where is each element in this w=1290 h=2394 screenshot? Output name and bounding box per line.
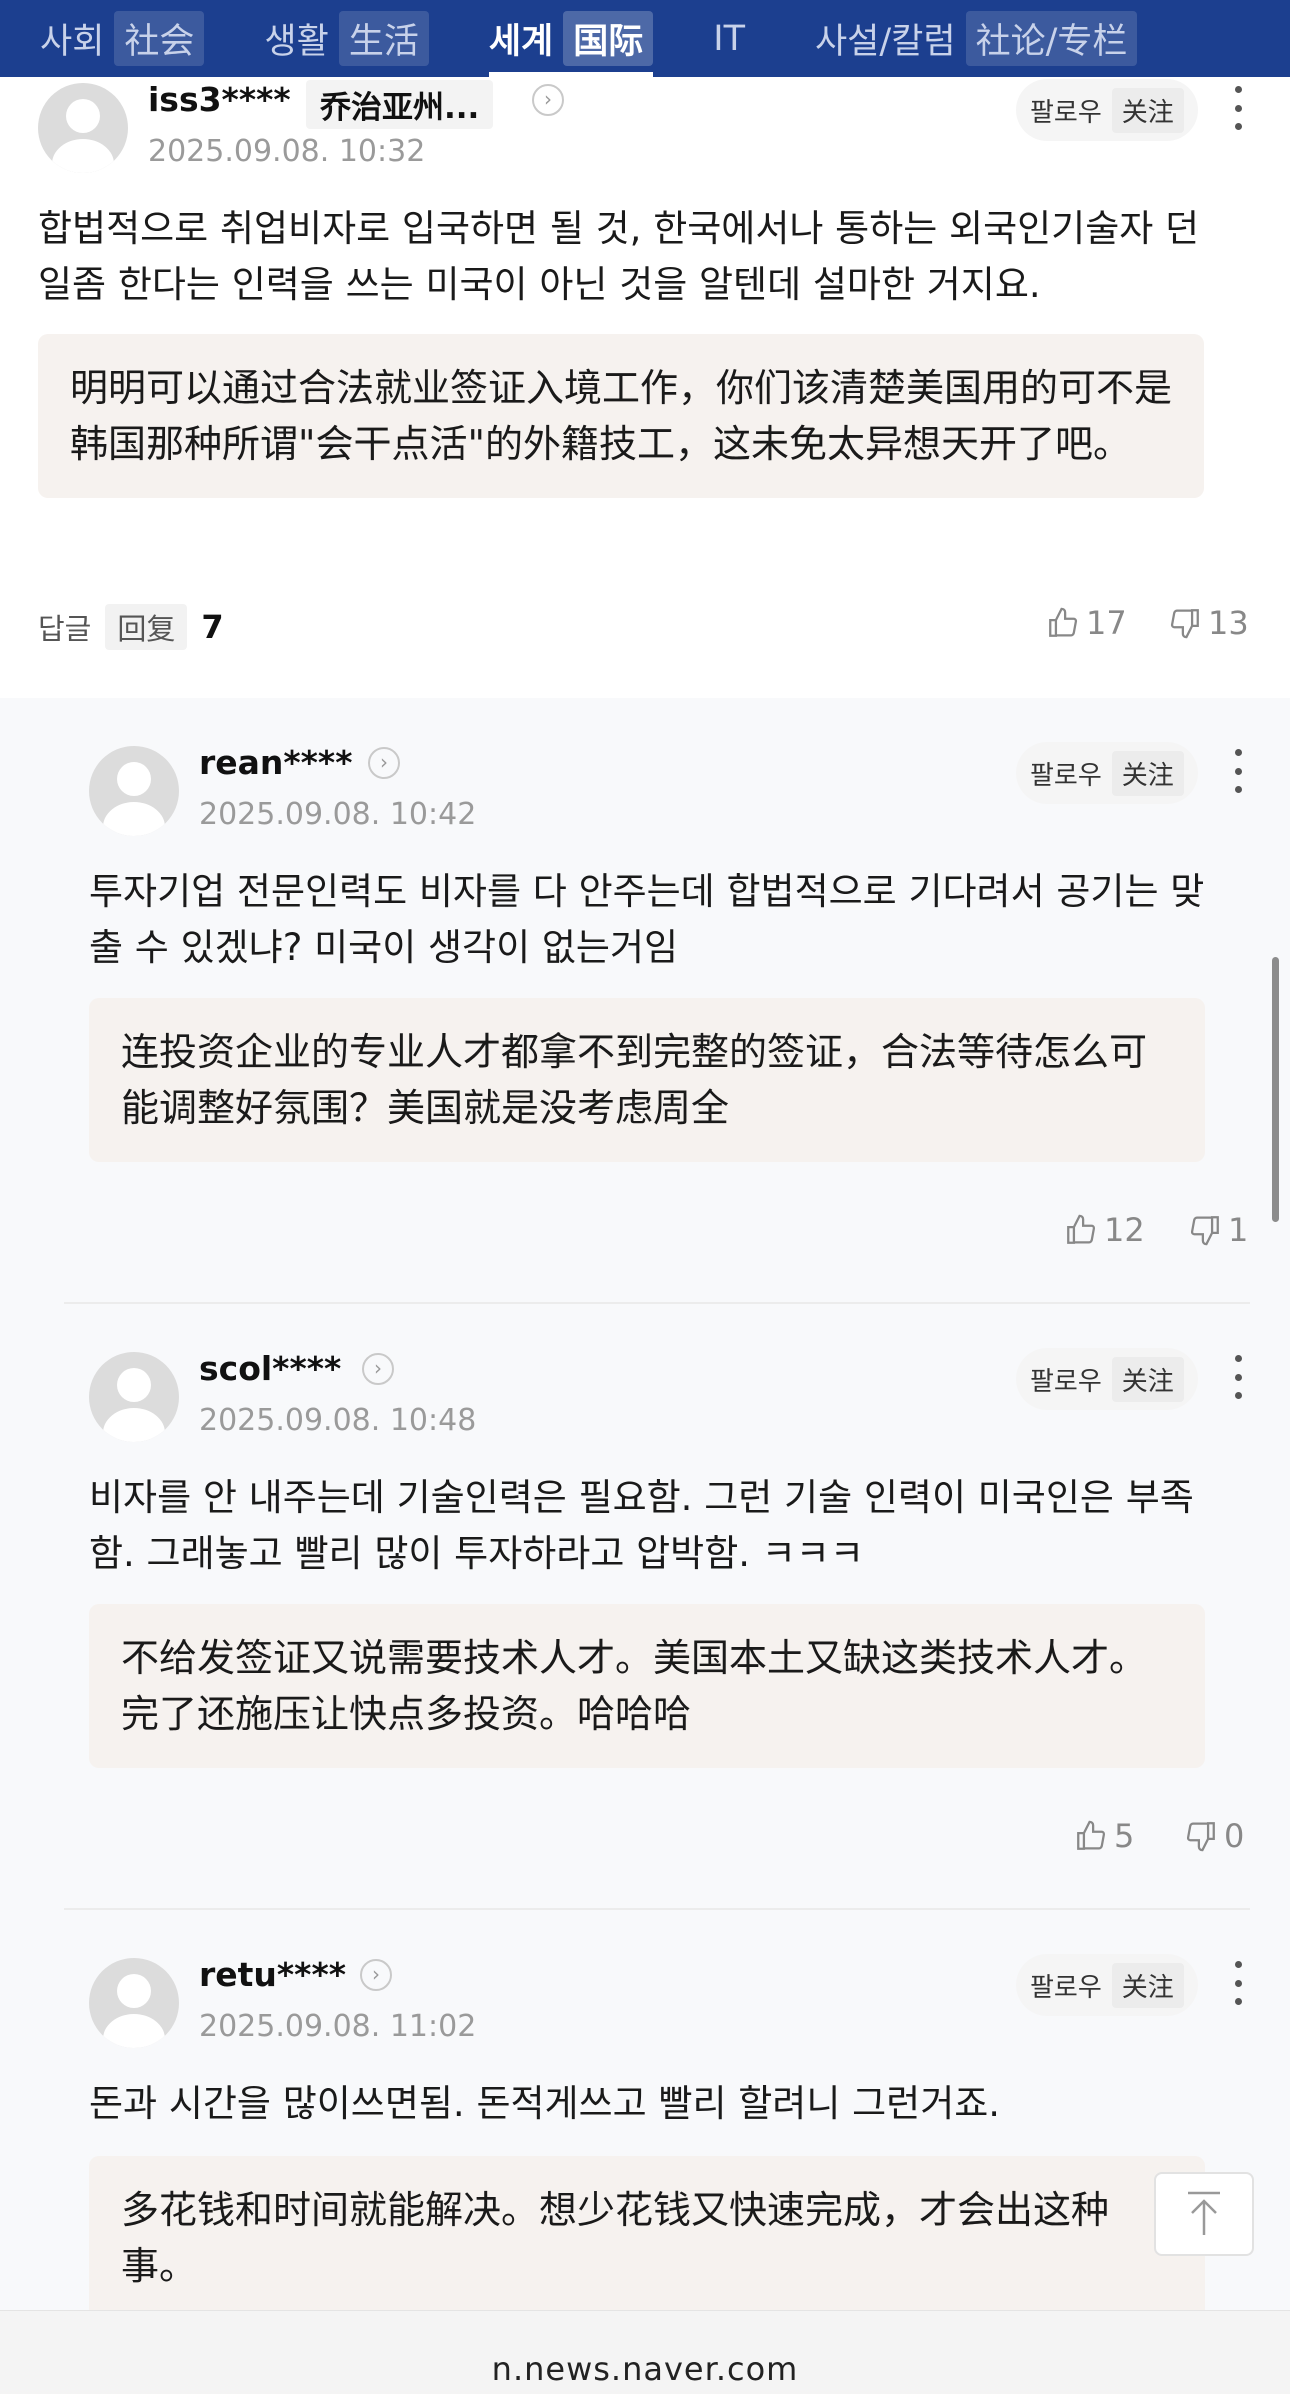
- category-nav: 사회 社会 생활 生活 세계 国际 IT 사설/칼럼 社论/专栏: [0, 0, 1290, 77]
- comment-username[interactable]: retu****: [199, 1955, 346, 1994]
- dislike-count: 13: [1208, 604, 1249, 642]
- nav-tab-translation: 社论/专栏: [965, 11, 1138, 66]
- comment-text: 비자를 안 내주는데 기술인력은 필요함. 그런 기술 인력이 미국인은 부족함…: [89, 1476, 1194, 1575]
- comment-text: 합법적으로 취업비자로 입국하면 될 것, 한국에서나 통하는 외국인기술자 던…: [38, 207, 1200, 306]
- follow-label-translation: 关注: [1111, 87, 1184, 133]
- nav-tab-society[interactable]: 사회 社会: [40, 0, 205, 77]
- comment-text: 돈과 시간을 많이쓰면됨. 돈적게쓰고 빨리 할려니 그런거죠.: [89, 2082, 1001, 2125]
- thumbs-up-icon: [1049, 607, 1078, 637]
- nav-tab-label: 사설/칼럼: [814, 22, 956, 62]
- comment-translation: 明明可以通过合法就业签证入境工作，你们该清楚美国用的可不是韩国那种所谓"会干点活…: [38, 334, 1204, 498]
- comment-timestamp: 2025.09.08. 10:48: [199, 1403, 477, 1438]
- comment-timestamp: 2025.09.08. 11:02: [199, 2009, 477, 2044]
- reply-divider: [64, 1908, 1250, 1910]
- reply-toggle[interactable]: 답글 回复 7: [38, 604, 224, 650]
- comment-text: 투자기업 전문인력도 비자를 다 안주는데 합법적으로 기다려서 공기는 맞출 …: [89, 870, 1205, 969]
- arrow-up-icon: [1188, 2191, 1220, 2235]
- comment-username[interactable]: iss3****: [148, 80, 291, 119]
- browser-url-bar[interactable]: n.news.naver.com: [0, 2310, 1290, 2394]
- nav-tab-translation: 生活: [338, 11, 429, 66]
- thumbs-down-icon: [1170, 609, 1199, 639]
- nav-tab-label: IT: [713, 18, 745, 59]
- comment-timestamp: 2025.09.08. 10:42: [199, 797, 477, 832]
- comment-timestamp: 2025.09.08. 10:32: [148, 134, 426, 169]
- follow-button[interactable]: 팔로우 关注: [1016, 742, 1198, 804]
- dislike-count: 0: [1224, 1817, 1245, 1855]
- comment-translation: 多花钱和时间就能解决。想少花钱又快速完成，才会出这种事。: [89, 2156, 1205, 2320]
- comment-translation: 连投资企业的专业人才都拿不到完整的签证，合法等待怎么可能调整好氛围？美国就是没考…: [89, 998, 1205, 1162]
- reply-count: 7: [201, 608, 224, 646]
- follow-label: 팔로우: [1030, 760, 1102, 791]
- dislike-count: 1: [1228, 1211, 1249, 1249]
- dislike-button[interactable]: 13: [1168, 604, 1249, 642]
- thumbs-down-icon: [1190, 1216, 1219, 1246]
- follow-button[interactable]: 팔로우 关注: [1016, 1348, 1198, 1410]
- url-domain: n.news.naver.com: [491, 2350, 799, 2388]
- more-vertical-icon[interactable]: [1228, 749, 1248, 793]
- chevron-right-icon[interactable]: ›: [362, 1353, 394, 1385]
- chevron-right-icon[interactable]: ›: [532, 84, 564, 116]
- comment-username[interactable]: rean****: [199, 743, 352, 782]
- reply-divider: [64, 1302, 1250, 1304]
- avatar[interactable]: [38, 83, 128, 173]
- nav-tab-editorial[interactable]: 사설/칼럼 社论/专栏: [814, 0, 1138, 77]
- dislike-button[interactable]: 1: [1188, 1211, 1248, 1249]
- reply-label: 답글: [38, 612, 92, 646]
- more-vertical-icon[interactable]: [1228, 1355, 1248, 1399]
- dislike-button[interactable]: 0: [1184, 1817, 1244, 1855]
- follow-label: 팔로우: [1030, 1366, 1102, 1397]
- avatar[interactable]: [89, 1352, 179, 1442]
- follow-label: 팔로우: [1030, 97, 1102, 128]
- more-vertical-icon[interactable]: [1228, 86, 1248, 130]
- nav-tab-label: 세계: [488, 22, 554, 62]
- follow-button[interactable]: 팔로우 关注: [1016, 1954, 1198, 2016]
- nav-tab-translation: 国际: [563, 11, 654, 66]
- nav-tab-label: 생활: [264, 22, 329, 62]
- nav-tab-life[interactable]: 생활 生活: [264, 0, 429, 77]
- thumbs-down-icon: [1186, 1822, 1215, 1852]
- follow-button[interactable]: 팔로우 关注: [1016, 79, 1198, 141]
- nav-tab-translation: 社会: [114, 11, 205, 66]
- chevron-right-icon[interactable]: ›: [368, 747, 400, 779]
- like-button[interactable]: 17: [1046, 604, 1127, 642]
- back-to-top-button[interactable]: [1154, 2172, 1254, 2256]
- follow-label: 팔로우: [1030, 1972, 1102, 2003]
- scrollbar-thumb[interactable]: [1272, 957, 1279, 1222]
- follow-label-translation: 关注: [1111, 1962, 1184, 2008]
- avatar[interactable]: [89, 1958, 179, 2048]
- follow-label-translation: 关注: [1111, 750, 1184, 796]
- chevron-right-icon[interactable]: ›: [360, 1959, 392, 1991]
- nav-tab-world[interactable]: 세계 国际: [488, 0, 654, 77]
- thumbs-up-icon: [1077, 1820, 1106, 1850]
- nav-tab-label: 사회: [40, 22, 105, 62]
- comment-username[interactable]: scol****: [199, 1349, 341, 1388]
- like-button[interactable]: 5: [1074, 1817, 1134, 1855]
- like-count: 17: [1086, 604, 1127, 642]
- nav-tab-it[interactable]: IT: [713, 0, 755, 77]
- like-count: 12: [1104, 1211, 1145, 1249]
- like-count: 5: [1114, 1817, 1135, 1855]
- thumbs-up-icon: [1067, 1214, 1096, 1244]
- like-button[interactable]: 12: [1064, 1211, 1145, 1249]
- more-vertical-icon[interactable]: [1228, 1961, 1248, 2005]
- follow-label-translation: 关注: [1111, 1356, 1184, 1402]
- avatar[interactable]: [89, 746, 179, 836]
- comment-translation: 不给发签证又说需要技术人才。美国本土又缺这类技术人才。完了还施压让快点多投资。哈…: [89, 1604, 1205, 1768]
- reply-label-translation: 回复: [105, 604, 188, 650]
- user-tag-translation: 乔治亚州...: [306, 80, 494, 129]
